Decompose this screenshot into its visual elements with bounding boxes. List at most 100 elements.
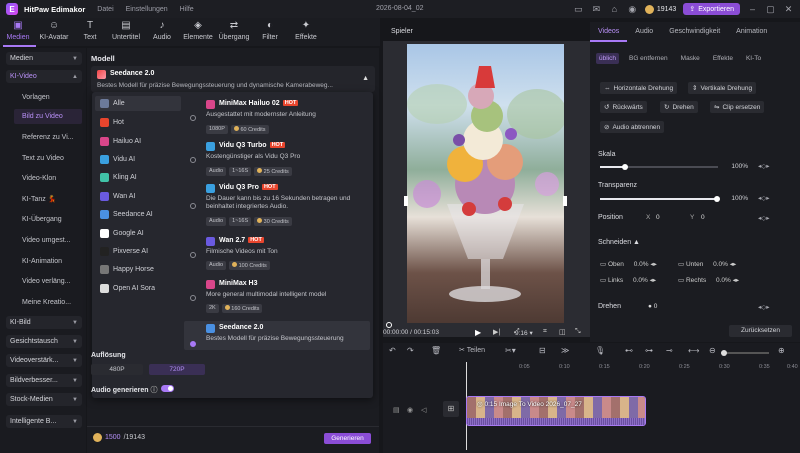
provider-pixverse[interactable]: Pixverse AI: [95, 244, 181, 259]
model-selector[interactable]: Seedance 2.0 Bestes Modell für präzise B…: [91, 66, 375, 92]
minimize-icon[interactable]: –: [747, 4, 758, 14]
zoom-out-icon[interactable]: ⊖: [709, 346, 716, 355]
add-media-icon[interactable]: ⊞: [443, 401, 459, 417]
generate-button[interactable]: Generieren: [324, 433, 371, 444]
resolution-480p[interactable]: 480P: [91, 364, 143, 375]
gift-icon[interactable]: ⌂: [609, 4, 620, 14]
video-frame[interactable]: [407, 44, 564, 323]
keyframe-icon[interactable]: ◂◇▸: [758, 194, 770, 202]
flip-vertical-button[interactable]: ⇕ Vertikale Drehung: [688, 82, 757, 94]
flip-horizontal-button[interactable]: ⇔ Horizontale Drehung: [600, 82, 678, 94]
tab-uebergang[interactable]: ⇄ Übergang: [216, 18, 252, 42]
scale-slider[interactable]: [600, 164, 718, 170]
model-vidu-q3-turbo[interactable]: Vidu Q3 Turbo HOT Kostengünstiger als Vid…: [184, 139, 370, 179]
sidebar-item-ki-tanz[interactable]: KI-Tanz 💃: [22, 195, 56, 203]
radio-button[interactable]: [190, 115, 196, 121]
skip-forward-icon[interactable]: ▶|: [493, 328, 500, 336]
radio-button[interactable]: [190, 341, 196, 347]
model-minimax-hailuo-02[interactable]: MiniMax Hailuo 02 HOT Ausgestattet mit mo…: [184, 97, 370, 137]
pos-x-input[interactable]: 0: [656, 214, 660, 221]
crop-icon[interactable]: ⌗: [543, 328, 547, 336]
maximize-icon[interactable]: ▢: [765, 4, 776, 14]
rotate-button[interactable]: ↻ Drehen: [660, 101, 698, 113]
play-icon[interactable]: ▶: [475, 328, 481, 337]
slider-knob[interactable]: [714, 196, 720, 202]
tab-medien[interactable]: ▣ Medien: [0, 18, 36, 42]
detach-audio-button[interactable]: ⊘ Audio abtrennen: [600, 121, 665, 133]
tab-ki-avatar[interactable]: ☺ KI-Avatar: [36, 18, 72, 42]
provider-open-ai-sora[interactable]: Open AI Sora: [95, 281, 181, 296]
reset-button[interactable]: Zurücksetzen: [729, 325, 792, 337]
resolution-720p[interactable]: 720P: [149, 364, 205, 375]
opacity-slider[interactable]: [600, 196, 720, 202]
tab-animation[interactable]: Animation: [728, 22, 775, 42]
export-button[interactable]: ⇪ Exportieren: [683, 3, 740, 15]
track-mute-icon[interactable]: ◁: [421, 406, 426, 414]
sidebar-group-ki-video[interactable]: KI-Video ▲: [6, 70, 82, 83]
rotate-input[interactable]: ● 0: [648, 303, 657, 310]
sidebar-item-referenz-zu-video[interactable]: Referenz zu Vi...: [22, 134, 74, 141]
provider-hailuo[interactable]: Hailuo AI: [95, 134, 181, 149]
track-visibility-icon[interactable]: ◉: [407, 406, 413, 414]
pos-y-input[interactable]: 0: [701, 214, 705, 221]
freeze-icon[interactable]: ⊟: [539, 346, 546, 355]
split-button[interactable]: ✂ Teilen: [459, 346, 485, 354]
magnet-icon[interactable]: ⊸: [666, 346, 673, 355]
slider-knob[interactable]: [622, 164, 628, 170]
sidebar-item-ki-animation[interactable]: KI-Animation: [22, 258, 62, 265]
radio-button[interactable]: [190, 295, 196, 301]
tab-untertitel[interactable]: ▤ Untertitel: [108, 18, 144, 42]
delete-icon[interactable]: 🗑: [431, 346, 441, 355]
subtab-ki-tools[interactable]: KI-To: [743, 53, 764, 64]
crop-left[interactable]: ▭ Links 0.0% ◂▸: [600, 276, 656, 284]
tab-effekte[interactable]: ✦ Effekte: [288, 18, 324, 42]
sidebar-item-video-umgestalten[interactable]: Video umgest...: [22, 237, 71, 244]
tab-audio[interactable]: Audio: [627, 22, 661, 42]
sidebar-group-videoverstaerker[interactable]: Videoverstärk... ▼: [6, 354, 82, 367]
provider-hot[interactable]: Hot: [95, 115, 181, 130]
model-minimax-h3[interactable]: MiniMax H3 More general multimodal intel…: [184, 277, 370, 317]
radio-button[interactable]: [190, 157, 196, 163]
crop-top[interactable]: ▭ Oben 0.0% ◂▸: [600, 260, 657, 268]
model-vidu-q3-pro[interactable]: Vidu Q3 Pro HOT Die Dauer kann bis zu 16 …: [184, 181, 370, 229]
microphone-icon[interactable]: 🎙: [595, 346, 605, 355]
snapshot-icon[interactable]: ◫: [559, 328, 566, 336]
sidebar-group-gesichtstausch[interactable]: Gesichtstausch ▼: [6, 335, 82, 348]
subtab-bg-entfernen[interactable]: BG entfernen: [626, 53, 671, 64]
provider-vidu[interactable]: Vidu AI: [95, 152, 181, 167]
forward-icon[interactable]: ≫: [561, 346, 569, 355]
redo-icon[interactable]: ↷: [407, 346, 414, 355]
screen-icon[interactable]: ▭: [573, 4, 584, 14]
aspect-ratio-select[interactable]: 9:16 ▾: [515, 329, 533, 337]
menu-datei[interactable]: Datei: [97, 6, 113, 13]
undo-icon[interactable]: ↶: [389, 346, 396, 355]
model-wan-2-7[interactable]: Wan 2.7 HOT Filmische Videos mit Ton Audi…: [184, 234, 370, 274]
sidebar-group-stock-medien[interactable]: Stock-Medien ▼: [6, 393, 82, 406]
menu-hilfe[interactable]: Hilfe: [180, 6, 194, 13]
reverse-button[interactable]: ↺ Rückwärts: [600, 101, 647, 113]
audio-toggle[interactable]: [161, 385, 174, 392]
cut-tool-icon[interactable]: ✂▾: [505, 346, 516, 355]
radio-button[interactable]: [190, 203, 196, 209]
provider-alle[interactable]: Alle: [95, 96, 181, 111]
track-lock-icon[interactable]: ▤: [393, 406, 400, 414]
sidebar-group-medien[interactable]: Medien ▼: [6, 52, 82, 65]
keyframe-icon[interactable]: ◂◇▸: [758, 303, 770, 311]
sidebar-item-text-zu-video[interactable]: Text zu Video: [22, 155, 64, 162]
tab-audio[interactable]: ♪ Audio: [144, 18, 180, 42]
provider-happy-horse[interactable]: Happy Horse: [95, 262, 181, 277]
keyframe-icon[interactable]: ◂◇▸: [758, 162, 770, 170]
link-icon[interactable]: ⊷: [625, 346, 633, 355]
subtab-ueblich[interactable]: üblich: [596, 53, 619, 64]
tab-videos[interactable]: Videos: [590, 22, 628, 42]
tab-elemente[interactable]: ◈ Elemente: [180, 18, 216, 42]
menu-einstellungen[interactable]: Einstellungen: [126, 6, 168, 13]
sidebar-item-meine-kreationen[interactable]: Meine Kreatio...: [22, 299, 71, 306]
tab-text[interactable]: T Text: [72, 18, 108, 42]
keyframe-icon[interactable]: ◂◇▸: [758, 214, 770, 222]
scale-value[interactable]: 100%: [724, 162, 748, 172]
expand-icon[interactable]: ⤡: [575, 328, 581, 336]
progress-knob[interactable]: [386, 322, 392, 328]
zoom-slider[interactable]: [721, 350, 769, 356]
crop-right[interactable]: ▭ Rechts 0.0% ◂▸: [678, 276, 739, 284]
